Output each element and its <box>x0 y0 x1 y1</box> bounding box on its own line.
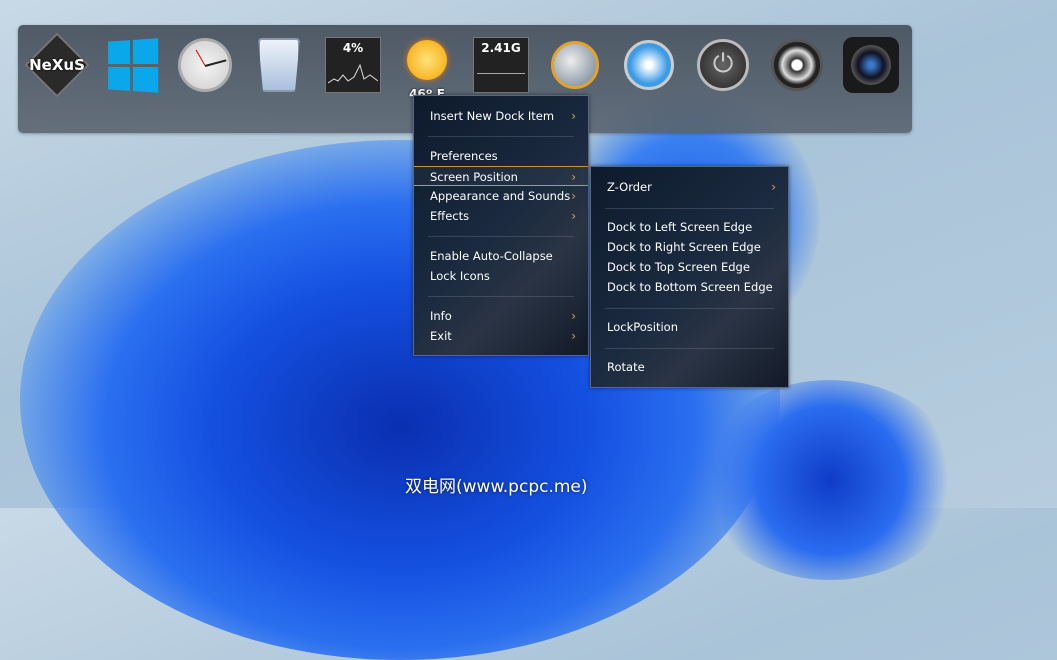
screen-position-submenu: Z-Order › Dock to Left Screen Edge Dock t… <box>590 166 789 388</box>
submenu-item-lock-position[interactable]: LockPosition <box>591 317 788 337</box>
memory-meter-icon: 2.41G <box>473 37 529 93</box>
menu-item-exit[interactable]: Exit › <box>414 326 588 346</box>
menu-item-preferences[interactable]: Preferences <box>414 146 588 166</box>
dock-item-power[interactable]: ⏻ <box>693 35 753 95</box>
menu-item-screen-position[interactable]: Screen Position › <box>414 166 588 186</box>
power-icon: ⏻ <box>697 39 749 91</box>
chevron-right-icon: › <box>571 170 576 184</box>
camera-icon <box>843 37 899 93</box>
watermark: 双电网(www.pcpc.me) <box>405 477 588 497</box>
menu-item-appearance-and-sounds[interactable]: Appearance and Sounds › <box>414 186 588 206</box>
dock-item-cpu-meter[interactable]: 4% <box>323 35 383 95</box>
menu-item-insert-new-dock-item[interactable]: Insert New Dock Item › <box>414 106 588 126</box>
globe-icon <box>551 41 599 89</box>
dock-item-globe[interactable] <box>545 35 605 95</box>
submenu-item-rotate[interactable]: Rotate <box>591 357 788 377</box>
submenu-item-dock-top[interactable]: Dock to Top Screen Edge <box>591 257 788 277</box>
menu-separator <box>605 208 774 209</box>
menu-separator <box>428 296 574 297</box>
windows-icon <box>107 37 158 93</box>
weather-icon <box>407 40 447 80</box>
submenu-item-dock-bottom[interactable]: Dock to Bottom Screen Edge <box>591 277 788 297</box>
dock-item-memory-meter[interactable]: 2.41G <box>471 35 531 95</box>
dock-item-media-player[interactable] <box>767 35 827 95</box>
clock-icon <box>178 38 232 92</box>
context-menu: Insert New Dock Item › Preferences Screen… <box>413 95 589 356</box>
dock-item-camera[interactable] <box>841 35 901 95</box>
chevron-right-icon: › <box>571 209 576 223</box>
menu-item-effects[interactable]: Effects › <box>414 206 588 226</box>
wallpaper-bloom-3 <box>700 380 960 580</box>
menu-separator <box>605 348 774 349</box>
cpu-meter-icon: 4% <box>325 37 381 93</box>
chevron-right-icon: › <box>571 329 576 343</box>
menu-item-enable-auto-collapse[interactable]: Enable Auto-Collapse <box>414 246 588 266</box>
submenu-item-dock-right[interactable]: Dock to Right Screen Edge <box>591 237 788 257</box>
chevron-right-icon: › <box>771 180 776 194</box>
submenu-item-dock-left[interactable]: Dock to Left Screen Edge <box>591 217 788 237</box>
menu-separator <box>428 236 574 237</box>
dock-item-weather[interactable]: 46º F <box>397 35 457 101</box>
dock-item-clock[interactable] <box>175 35 235 95</box>
safari-icon <box>624 40 674 90</box>
recycle-bin-icon <box>258 38 300 92</box>
chevron-right-icon: › <box>571 189 576 203</box>
dock-item-recycle-bin[interactable] <box>249 35 309 95</box>
media-player-icon <box>771 39 823 91</box>
dock-item-windows[interactable] <box>101 35 161 95</box>
menu-item-lock-icons[interactable]: Lock Icons <box>414 266 588 286</box>
dock-item-nexus[interactable]: NeXuS <box>24 32 90 98</box>
submenu-item-z-order[interactable]: Z-Order › <box>591 177 788 197</box>
menu-item-info[interactable]: Info › <box>414 306 588 326</box>
dock-item-safari[interactable] <box>619 35 679 95</box>
menu-separator <box>605 308 774 309</box>
chevron-right-icon: › <box>571 309 576 323</box>
menu-separator <box>428 136 574 137</box>
chevron-right-icon: › <box>571 109 576 123</box>
